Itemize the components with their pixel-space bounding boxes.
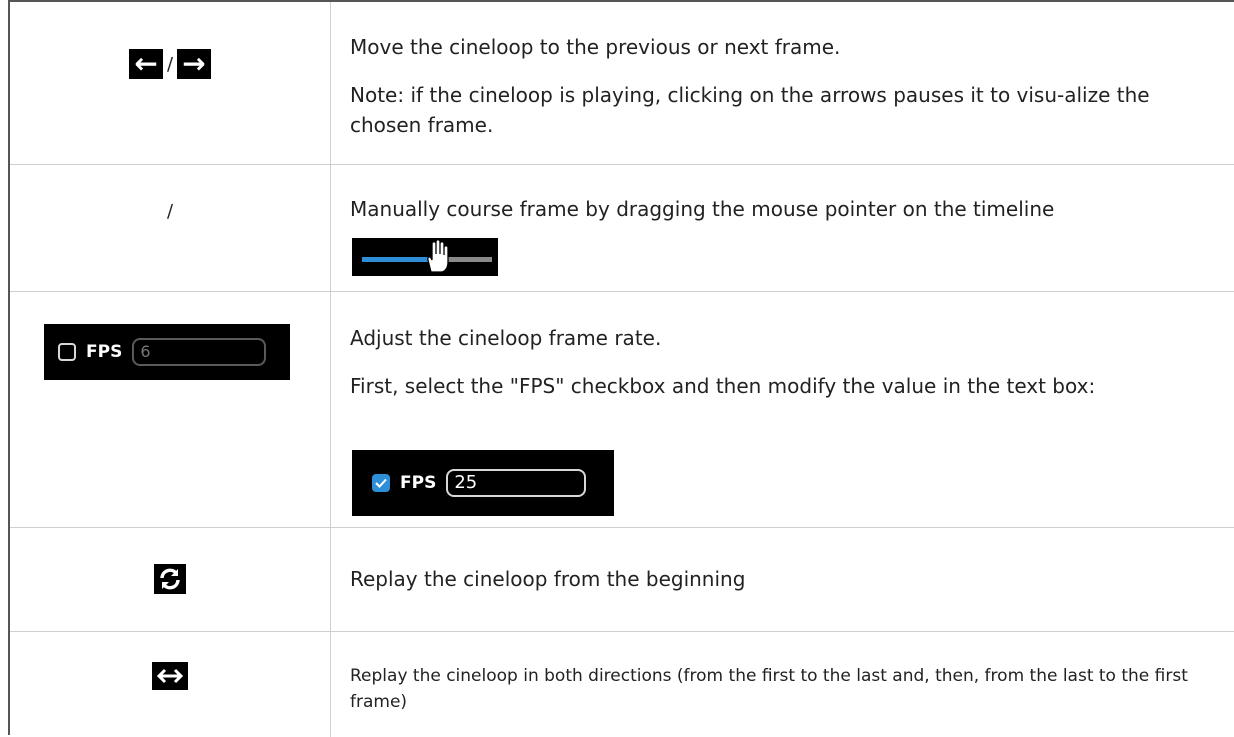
separator-slash: / <box>166 53 174 75</box>
arrow-left-icon: ← <box>128 49 163 79</box>
table-row-replay: Replay the cineloop from the beginning <box>10 527 1234 632</box>
fps-checkbox-unchecked <box>58 343 76 361</box>
replay-icon <box>154 564 186 594</box>
icon-cell-text: / <box>166 200 174 222</box>
description-cell: Manually course frame by dragging the mo… <box>330 164 1234 291</box>
row-instruction: First, select the "FPS" checkbox and the… <box>350 374 1096 398</box>
timeline-slider-image <box>352 238 498 276</box>
check-icon <box>375 478 387 488</box>
row-note: Note: if the cineloop is playing, clicki… <box>350 83 1150 137</box>
icon-cell: / <box>10 164 330 291</box>
help-table: ← / → Move the cineloop to the previous … <box>8 0 1234 737</box>
description-cell: Replay the cineloop in both directions (… <box>330 631 1234 737</box>
row-description: Replay the cineloop from the beginning <box>350 567 746 591</box>
bidirectional-arrow-icon <box>152 662 188 690</box>
fps-control-enabled-image: FPS 25 <box>352 450 614 516</box>
description-cell: Move the cineloop to the previous or nex… <box>330 2 1234 164</box>
icon-cell <box>10 631 330 737</box>
row-description: Replay the cineloop in both directions (… <box>350 666 1188 712</box>
row-description: Adjust the cineloop frame rate. <box>350 326 662 350</box>
table-row-frame-rate: FPS 6 Adjust the cineloop frame rate. Fi… <box>10 291 1234 528</box>
icon-cell: FPS 6 <box>10 291 330 527</box>
fps-label: FPS <box>86 342 123 362</box>
icon-cell <box>10 527 330 631</box>
hand-pointer-icon <box>427 239 449 273</box>
fps-checkbox-checked <box>372 474 390 492</box>
fps-input-enabled: 25 <box>446 469 587 497</box>
fps-input-disabled: 6 <box>132 338 267 366</box>
description-cell: Adjust the cineloop frame rate. First, s… <box>330 291 1234 527</box>
table-row-frame-navigation: ← / → Move the cineloop to the previous … <box>10 2 1234 165</box>
row-description: Move the cineloop to the previous or nex… <box>350 35 841 59</box>
row-description: Manually course frame by dragging the mo… <box>350 197 1055 221</box>
fps-control-disabled-image: FPS 6 <box>44 324 290 380</box>
fps-label: FPS <box>400 473 437 493</box>
icon-cell: ← / → <box>10 2 330 164</box>
table-row-timeline-drag: / Manually course frame by dragging the … <box>10 164 1234 292</box>
table-row-bidirectional: Replay the cineloop in both directions (… <box>10 631 1234 737</box>
arrow-right-icon: → <box>177 49 212 79</box>
description-cell: Replay the cineloop from the beginning <box>330 527 1234 631</box>
